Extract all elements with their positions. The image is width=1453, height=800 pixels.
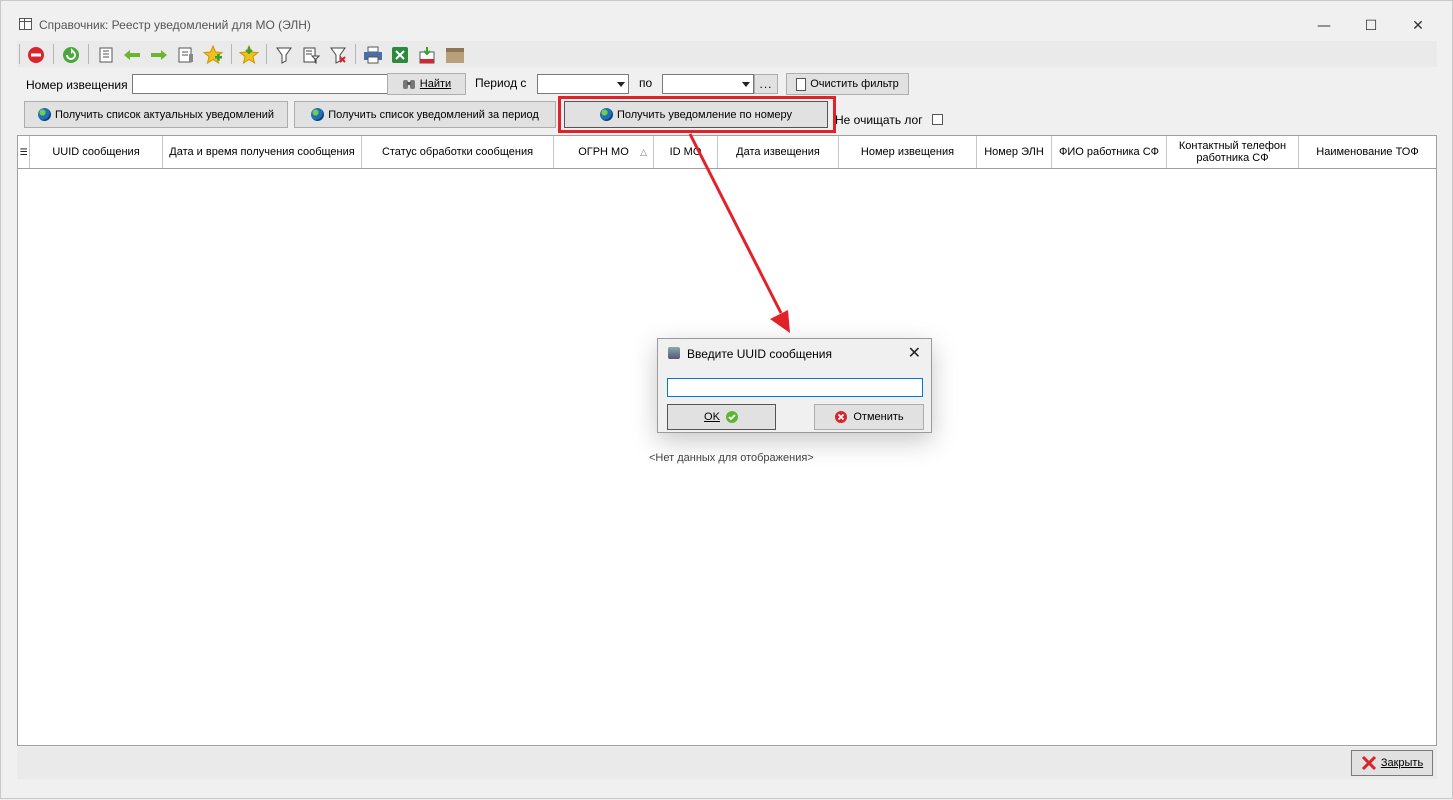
get-period-notices-label: Получить список уведомлений за период <box>328 108 539 121</box>
annotation-highlight-box <box>558 96 836 133</box>
dialog-close-icon[interactable]: ✕ <box>908 343 921 362</box>
archive-icon[interactable] <box>444 44 466 66</box>
print-icon[interactable] <box>362 44 384 66</box>
ok-button-label: OK <box>704 411 720 423</box>
main-window: Справочник: Реестр уведомлений для МО (Э… <box>0 0 1453 799</box>
globe-icon <box>311 108 325 121</box>
column-header-notice-date[interactable]: Дата извещения <box>718 136 839 168</box>
globe-icon <box>37 108 51 121</box>
column-header-received-at[interactable]: Дата и время получения сообщения <box>163 136 362 168</box>
get-actual-notices-label: Получить список актуальных уведомлений <box>54 108 275 121</box>
maximize-button[interactable]: ☐ <box>1348 11 1394 41</box>
column-chooser-icon[interactable]: ☰ <box>18 136 30 168</box>
close-button[interactable]: Закрыть <box>1351 750 1433 776</box>
column-header-status[interactable]: Статус обработки сообщения <box>362 136 554 168</box>
cancel-button-label: Отменить <box>853 411 904 423</box>
window-title: Справочник: Реестр уведомлений для МО (Э… <box>39 18 311 32</box>
column-header-notice-number[interactable]: Номер извещения <box>839 136 977 168</box>
find-button[interactable]: Найти <box>387 73 466 95</box>
get-period-notices-button[interactable]: Получить список уведомлений за период <box>294 101 556 128</box>
period-from-combo[interactable] <box>537 74 629 94</box>
clear-filter-label: Очистить фильтр <box>810 78 899 90</box>
toolbar-separator <box>266 44 267 64</box>
period-picker-button[interactable]: ... <box>754 74 778 94</box>
column-header-sf-phone[interactable]: Контактный телефон работника СФ <box>1167 136 1299 168</box>
filter-clear-icon[interactable] <box>327 44 349 66</box>
column-header-uuid[interactable]: UUID сообщения <box>30 136 163 168</box>
column-header-tof-name[interactable]: Наименование ТОФ <box>1299 136 1436 168</box>
close-button-label: Закрыть <box>1380 757 1424 769</box>
card-edit-icon[interactable] <box>175 44 197 66</box>
checkbox-icon <box>796 77 807 91</box>
find-button-label: Найти <box>419 78 452 90</box>
ok-button[interactable]: OK <box>667 404 776 430</box>
chevron-down-icon <box>742 82 750 87</box>
empty-grid-message: <Нет данных для отображения> <box>649 452 814 464</box>
toolbar-separator <box>53 44 54 64</box>
keep-log-checkbox[interactable] <box>932 114 943 125</box>
export-icon[interactable] <box>416 44 438 66</box>
stop-icon[interactable] <box>25 44 47 66</box>
toolbar-separator <box>19 44 20 64</box>
cancel-icon <box>835 411 848 423</box>
chevron-down-icon <box>617 82 625 87</box>
toolbar-separator <box>231 44 232 64</box>
sort-ascending-icon: △ <box>640 147 647 157</box>
dialog-title: Введите UUID сообщения <box>687 347 832 361</box>
notices-grid: ☰ UUID сообщения Дата и время получения … <box>17 135 1437 746</box>
keep-log-label: Не очищать лог <box>835 113 923 127</box>
column-header-ogrn-label: ОГРН МО <box>578 146 629 158</box>
period-from-label: Период с <box>475 76 527 90</box>
uuid-dialog: Введите UUID сообщения ✕ OK Отменить <box>657 338 932 433</box>
check-icon <box>725 411 738 423</box>
cancel-button[interactable]: Отменить <box>814 404 924 430</box>
period-to-label: по <box>639 76 653 90</box>
minimize-button[interactable]: — <box>1301 11 1347 41</box>
filter-icon[interactable] <box>273 44 295 66</box>
add-icon[interactable] <box>202 44 224 66</box>
toolbar <box>17 41 1437 67</box>
toolbar-separator <box>355 44 356 64</box>
filter-edit-icon[interactable] <box>300 44 322 66</box>
notice-number-input[interactable] <box>132 74 389 94</box>
close-icon <box>1361 755 1376 771</box>
column-header-ogrn[interactable]: ОГРН МО △ <box>554 136 654 168</box>
refresh-icon[interactable] <box>60 44 82 66</box>
close-window-button[interactable]: ✕ <box>1395 11 1441 41</box>
toolbar-separator <box>88 44 89 64</box>
column-header-eln-number[interactable]: Номер ЭЛН <box>977 136 1052 168</box>
binoculars-icon <box>402 80 415 89</box>
arrow-right-icon[interactable] <box>148 44 170 66</box>
favorite-icon[interactable] <box>238 44 260 66</box>
table-icon <box>19 18 32 30</box>
period-to-combo[interactable] <box>662 74 754 94</box>
clear-filter-button[interactable]: Очистить фильтр <box>786 73 909 95</box>
column-header-mo-id[interactable]: ID МО <box>654 136 718 168</box>
title-bar: Справочник: Реестр уведомлений для МО (Э… <box>1 1 1452 41</box>
uuid-input[interactable] <box>667 378 923 397</box>
notice-number-label: Номер извещения <box>26 78 128 92</box>
grid-header: ☰ UUID сообщения Дата и время получения … <box>18 136 1436 169</box>
arrow-left-icon[interactable] <box>121 44 143 66</box>
status-bar: Закрыть <box>17 747 1437 779</box>
get-actual-notices-button[interactable]: Получить список актуальных уведомлений <box>24 101 288 128</box>
dialog-app-icon <box>668 347 680 359</box>
column-header-sf-employee[interactable]: ФИО работника СФ <box>1052 136 1167 168</box>
excel-icon[interactable] <box>389 44 411 66</box>
card-icon[interactable] <box>95 44 117 66</box>
